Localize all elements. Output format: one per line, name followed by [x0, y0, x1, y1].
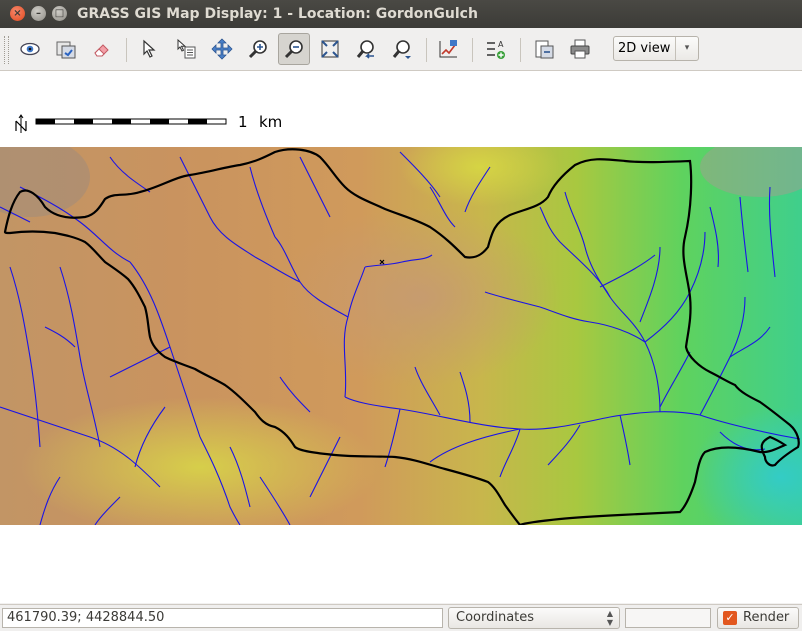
view-mode-select[interactable]: 2D view ▾ — [613, 36, 699, 61]
zoom-options-button[interactable] — [388, 35, 416, 63]
toolbar-separator — [426, 38, 427, 62]
analyze-button[interactable] — [434, 35, 462, 63]
pointer-button[interactable] — [136, 35, 164, 63]
erase-display-button[interactable] — [88, 35, 116, 63]
toolbar-separator — [472, 38, 473, 62]
elevation-map — [0, 147, 802, 525]
status-bar: 461790.39; 4428844.50 Coordinates ▲ ▼ ✓ R… — [0, 604, 802, 631]
overlay-button[interactable]: A — [482, 35, 510, 63]
render-map-button[interactable] — [52, 35, 80, 63]
scale-bar-value: 1 — [238, 113, 248, 131]
north-arrow-icon — [15, 114, 27, 133]
query-icon — [177, 38, 196, 59]
overlay-icon: A — [487, 40, 505, 59]
map-canvas[interactable]: 1 km — [0, 71, 802, 603]
statusbar-field — [625, 608, 711, 628]
save-icon — [535, 40, 554, 59]
render-checkbox[interactable]: ✓ Render — [717, 607, 799, 629]
display-map-button[interactable] — [16, 35, 44, 63]
zoom-extent-button[interactable] — [316, 35, 344, 63]
statusbar-mode-value: Coordinates — [456, 610, 535, 625]
view-mode-value: 2D view — [618, 41, 671, 56]
maximize-window-button[interactable]: □ — [52, 6, 67, 21]
statusbar-mode-select[interactable]: Coordinates ▲ ▼ — [448, 607, 620, 629]
zoom-options-icon — [392, 40, 411, 59]
window-title: GRASS GIS Map Display: 1 - Location: Gor… — [77, 6, 478, 22]
zoom-in-icon — [248, 40, 267, 59]
print-icon — [570, 39, 590, 59]
toolbar-separator — [126, 38, 127, 62]
close-window-button[interactable]: × — [10, 6, 25, 21]
pan-button[interactable] — [208, 35, 236, 63]
svg-text:A: A — [498, 40, 504, 49]
zoom-out-icon — [284, 40, 303, 59]
updown-arrows-icon: ▲ ▼ — [606, 609, 613, 627]
print-button[interactable] — [566, 35, 594, 63]
display-map-icon — [20, 42, 40, 56]
chevron-down-icon: ▾ — [675, 37, 698, 60]
scale-bar: 1 km — [14, 111, 314, 135]
render-map-icon — [56, 41, 76, 59]
zoom-back-button[interactable] — [352, 35, 380, 63]
zoom-back-icon — [356, 40, 374, 59]
erase-display-icon — [94, 44, 109, 57]
checkbox-checked-icon: ✓ — [723, 611, 737, 625]
window-titlebar: × – □ GRASS GIS Map Display: 1 - Locatio… — [0, 0, 802, 28]
save-display-button[interactable] — [530, 35, 558, 63]
minimize-window-button[interactable]: – — [31, 6, 46, 21]
zoom-extent-icon — [321, 40, 339, 58]
render-label: Render — [743, 610, 790, 625]
scale-bar-unit: km — [259, 113, 283, 131]
toolbar-grip[interactable] — [4, 36, 9, 64]
pan-icon — [211, 38, 233, 60]
coordinates-display: 461790.39; 4428844.50 — [2, 608, 443, 628]
zoom-out-button[interactable] — [278, 33, 310, 65]
toolbar-separator — [520, 38, 521, 62]
analyze-icon — [439, 40, 457, 58]
pointer-icon — [143, 39, 156, 58]
zoom-in-button[interactable] — [244, 35, 272, 63]
query-button[interactable] — [172, 35, 200, 63]
